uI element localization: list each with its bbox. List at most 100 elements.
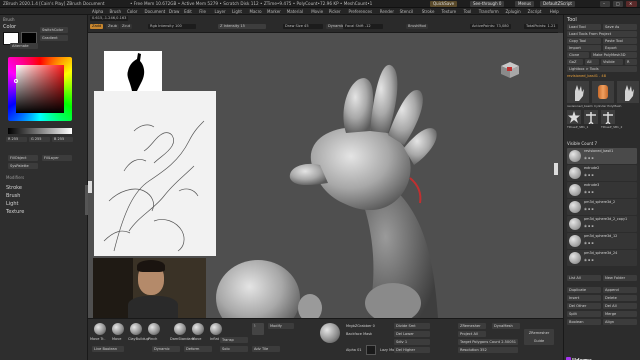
menu-zscript[interactable]: Zscript [528,9,542,14]
menu-light[interactable]: Light [232,9,242,14]
zremesher-guide-button[interactable]: ZRemesher Guide [524,329,554,345]
tool-thumb-cylinder[interactable] [592,81,614,103]
import-button[interactable]: Import [567,45,601,51]
menu-macro[interactable]: Macro [250,9,262,14]
menu-stencil[interactable]: Stencil [400,9,414,14]
load-tools-from-project-button[interactable]: Load Tools From Project [567,31,637,37]
menu-layer[interactable]: Layer [215,9,226,14]
close-button[interactable]: ✕ [626,1,637,7]
section-brush[interactable]: Brush [6,193,20,199]
subtool-visibility-icon[interactable]: ◉ ▪ ▪ [584,190,624,195]
fill-layer-button[interactable]: FillLayer [42,155,72,161]
focal-shift-slider[interactable]: Focal Shift -12 [343,24,383,29]
menu-alpha[interactable]: Alpha [92,9,103,14]
modify-button[interactable]: Modify [268,323,294,329]
transp-button[interactable]: Transp [220,337,248,343]
menu-tool[interactable]: Tool [464,9,472,14]
insert-button[interactable]: Insert [567,295,601,301]
resolution-slider[interactable]: Resolution 352 [458,347,518,353]
alternate-button[interactable]: Alternate [10,43,38,49]
menu-zplugin[interactable]: Zplugin [506,9,521,14]
goz-button[interactable]: GoZ [567,59,583,65]
menu-draw[interactable]: Draw [169,9,179,14]
quicksave-button[interactable]: QuickSave [430,1,458,7]
r-button[interactable]: R [625,59,637,65]
saturation-value-square[interactable] [16,65,64,113]
section-stroke[interactable]: Stroke [6,185,22,191]
tool-thumb-tpose-2[interactable] [601,110,615,125]
blue-value[interactable]: B 255 [52,137,73,142]
menu-file[interactable]: File [199,9,206,14]
menu-picker[interactable]: Picker [329,9,341,14]
see-through-slider[interactable]: See-through 0 [470,1,505,7]
menu-stroke[interactable]: Stroke [422,9,435,14]
menu-texture[interactable]: Texture [442,9,457,14]
align-button[interactable]: Align [603,319,637,325]
clone-button[interactable]: Clone [567,52,589,58]
menu-transform[interactable]: Transform [479,9,499,14]
zadd-button[interactable]: Zadd [90,24,104,29]
z-intensity-slider[interactable]: Z Intensity 15 [218,24,266,29]
green-value[interactable]: G 255 [29,137,50,142]
split-button[interactable]: Split [567,311,601,317]
deform-button[interactable]: Deform [184,346,212,352]
rgb-intensity-slider[interactable]: Rgb Intensity 100 [148,24,196,29]
section-modifiers[interactable]: Modifiers [6,175,24,180]
navigation-cube[interactable] [500,61,520,79]
divide-button[interactable]: Divide Smt [394,323,430,329]
brush-claybuildup-icon[interactable] [130,323,142,335]
lightbox-tools-button[interactable]: Lightbox > Tools [567,66,637,72]
section-light[interactable]: Light [6,201,18,207]
tool-thumb-current[interactable] [567,81,589,103]
dynamic-persp-button[interactable]: Dynamic [152,346,180,352]
make-polymesh-button[interactable]: Make PolyMesh3D [591,52,637,58]
menus-button[interactable]: Menus [515,1,535,7]
save-as-button[interactable]: Save As [603,24,637,30]
subtool-row[interactable]: extrude2 ◉ ▪ ▪ [567,165,637,181]
brush-mod-button[interactable]: BrushMod [406,24,428,29]
viewport-left-handle[interactable] [88,181,92,193]
merge-button[interactable]: Merge [603,311,637,317]
zremesher-button[interactable]: ZRemesher [458,323,486,329]
del-other-button[interactable]: Del Other [567,303,601,309]
brush-pinch-icon[interactable] [148,323,160,335]
del-lower-button[interactable]: Del Lower [394,331,430,337]
subtool-visibility-icon[interactable]: ◉ ▪ ▪ [584,258,624,263]
copy-tool-button[interactable]: Copy Tool [567,38,601,44]
stroke-icon[interactable]: ⌇ [252,323,264,335]
canvas-viewport[interactable] [88,33,563,318]
target-polygons-slider[interactable]: Target Polygons Count 2.50051 [458,339,518,345]
menu-movie[interactable]: Movie [311,9,323,14]
subtool-row[interactable]: pm3d_sphere3d_12 ◉ ▪ ▪ [567,233,637,249]
paste-tool-button[interactable]: Paste Tool [603,38,637,44]
menu-document[interactable]: Document [145,9,166,14]
visible-button[interactable]: Visible [601,59,623,65]
brush-move-2-icon[interactable] [192,323,204,335]
menu-material[interactable]: Material [287,9,303,14]
brush-damstandard-icon[interactable] [174,323,186,335]
del-higher-button[interactable]: Del Higher [394,347,430,353]
viewport-right-handle[interactable] [554,163,558,175]
live-boolean-button[interactable]: Live Boolean [92,346,124,352]
new-folder-button[interactable]: New Folder [603,275,637,281]
all-button[interactable]: All [585,59,599,65]
load-tool-button[interactable]: Load Tool [567,24,601,30]
sys-palette-button[interactable]: SysPalette [8,163,38,169]
subtool-row[interactable]: extrude3 ◉ ▪ ▪ [567,182,637,198]
dynamesh-button[interactable]: DynaMesh [492,323,520,329]
list-all-button[interactable]: List All [567,275,601,281]
subtool-visibility-icon[interactable]: ◉ ▪ ▪ [584,241,624,246]
menu-preferences[interactable]: Preferences [349,9,373,14]
section-texture[interactable]: Texture [6,209,24,215]
brush-move-icon[interactable] [112,323,124,335]
subtool-row[interactable]: pm3d_sphere3d_2 ◉ ▪ ▪ [567,199,637,215]
brush-move-topological-icon[interactable] [94,323,106,335]
del-all-button[interactable]: Del All [603,303,637,309]
color-picker-cursor[interactable] [14,79,18,83]
solo-button[interactable]: Solo [220,346,248,352]
draw-size-slider[interactable]: Draw Size 45 [283,24,323,29]
menu-marker[interactable]: Marker [267,9,281,14]
reference-sketch-image[interactable] [94,91,216,256]
minimize-button[interactable]: – [600,1,610,7]
fill-object-button[interactable]: FillObject [8,155,38,161]
